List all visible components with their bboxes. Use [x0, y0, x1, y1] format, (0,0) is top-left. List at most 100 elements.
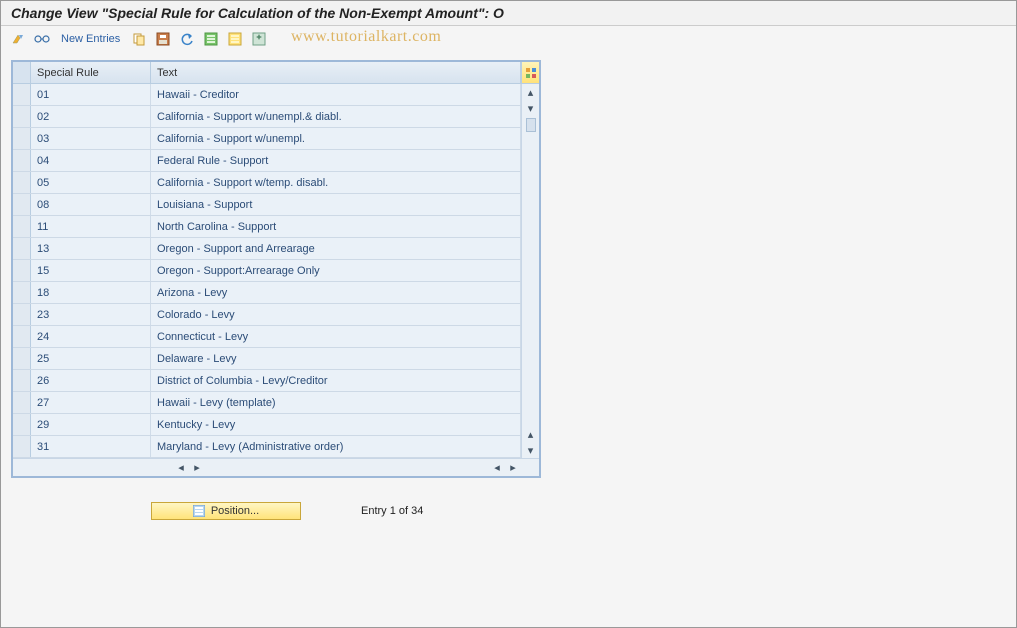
- cell-text[interactable]: North Carolina - Support: [151, 216, 521, 237]
- table-row: 24Connecticut - Levy: [13, 326, 521, 348]
- table-row: 13Oregon - Support and Arrearage: [13, 238, 521, 260]
- row-selector[interactable]: [13, 106, 31, 127]
- hscroll-right-icon[interactable]: ▸: [189, 461, 205, 474]
- cell-text[interactable]: District of Columbia - Levy/Creditor: [151, 370, 521, 391]
- row-selector[interactable]: [13, 84, 31, 105]
- table-row: 25Delaware - Levy: [13, 348, 521, 370]
- cell-text[interactable]: Louisiana - Support: [151, 194, 521, 215]
- hscroll-right2-icon[interactable]: ▸: [505, 461, 521, 474]
- table-settings-icon[interactable]: [250, 30, 268, 48]
- cell-special-rule[interactable]: 13: [31, 238, 151, 259]
- row-selector[interactable]: [13, 304, 31, 325]
- hscroll-left-icon[interactable]: ◂: [173, 461, 189, 474]
- table-row: 27Hawaii - Levy (template): [13, 392, 521, 414]
- cell-text[interactable]: Oregon - Support:Arrearage Only: [151, 260, 521, 281]
- save-variant-icon[interactable]: [154, 30, 172, 48]
- row-selector[interactable]: [13, 216, 31, 237]
- table-row: 23Colorado - Levy: [13, 304, 521, 326]
- cell-special-rule[interactable]: 23: [31, 304, 151, 325]
- cell-text[interactable]: Connecticut - Levy: [151, 326, 521, 347]
- cell-special-rule[interactable]: 27: [31, 392, 151, 413]
- copy-icon[interactable]: [130, 30, 148, 48]
- row-selector-header[interactable]: [13, 62, 31, 83]
- footer: Position... Entry 1 of 34: [151, 502, 1016, 520]
- position-button-label: Position...: [211, 505, 259, 517]
- table-row: 02California - Support w/unempl.& diabl.: [13, 106, 521, 128]
- page-title: Change View "Special Rule for Calculatio…: [1, 1, 1016, 26]
- cell-special-rule[interactable]: 04: [31, 150, 151, 171]
- table-row: 11North Carolina - Support: [13, 216, 521, 238]
- table-row: 15Oregon - Support:Arrearage Only: [13, 260, 521, 282]
- row-selector[interactable]: [13, 414, 31, 435]
- row-selector[interactable]: [13, 282, 31, 303]
- row-selector[interactable]: [13, 370, 31, 391]
- scroll-up-small-icon[interactable]: ▴: [522, 426, 539, 442]
- table-row: 04Federal Rule - Support: [13, 150, 521, 172]
- new-entries-button[interactable]: New Entries: [57, 33, 124, 45]
- row-selector[interactable]: [13, 436, 31, 457]
- toggle-display-icon[interactable]: [9, 30, 27, 48]
- horizontal-scrollbar[interactable]: ◂ ▸ ◂ ▸: [13, 458, 539, 476]
- row-selector[interactable]: [13, 238, 31, 259]
- hscroll-left2-icon[interactable]: ◂: [489, 461, 505, 474]
- scroll-up-icon[interactable]: ▴: [522, 84, 539, 100]
- cell-special-rule[interactable]: 26: [31, 370, 151, 391]
- scroll-down-small-icon[interactable]: ▾: [522, 100, 539, 116]
- row-selector[interactable]: [13, 194, 31, 215]
- glasses-icon[interactable]: [33, 30, 51, 48]
- row-selector[interactable]: [13, 150, 31, 171]
- cell-special-rule[interactable]: 03: [31, 128, 151, 149]
- cell-special-rule[interactable]: 31: [31, 436, 151, 457]
- table-row: 26District of Columbia - Levy/Creditor: [13, 370, 521, 392]
- cell-special-rule[interactable]: 11: [31, 216, 151, 237]
- cell-special-rule[interactable]: 08: [31, 194, 151, 215]
- scroll-thumb[interactable]: [526, 118, 536, 132]
- vertical-scrollbar[interactable]: ▴ ▾ ▴ ▾: [521, 84, 539, 458]
- cell-special-rule[interactable]: 24: [31, 326, 151, 347]
- table-row: 29Kentucky - Levy: [13, 414, 521, 436]
- table-row: 03California - Support w/unempl.: [13, 128, 521, 150]
- cell-text[interactable]: Colorado - Levy: [151, 304, 521, 325]
- cell-special-rule[interactable]: 02: [31, 106, 151, 127]
- table-row: 18Arizona - Levy: [13, 282, 521, 304]
- row-selector[interactable]: [13, 348, 31, 369]
- toolbar: New Entries www.tutorialkart.com: [1, 26, 1016, 52]
- scroll-down-icon[interactable]: ▾: [522, 442, 539, 458]
- table-row: 31Maryland - Levy (Administrative order): [13, 436, 521, 458]
- row-selector[interactable]: [13, 392, 31, 413]
- table-row: 08Louisiana - Support: [13, 194, 521, 216]
- cell-text[interactable]: Federal Rule - Support: [151, 150, 521, 171]
- cell-text[interactable]: Delaware - Levy: [151, 348, 521, 369]
- position-button[interactable]: Position...: [151, 502, 301, 520]
- table-body: 01Hawaii - Creditor02California - Suppor…: [13, 84, 521, 458]
- cell-text[interactable]: California - Support w/unempl.& diabl.: [151, 106, 521, 127]
- table-row: 05California - Support w/temp. disabl.: [13, 172, 521, 194]
- cell-special-rule[interactable]: 18: [31, 282, 151, 303]
- row-selector[interactable]: [13, 326, 31, 347]
- cell-text[interactable]: Oregon - Support and Arrearage: [151, 238, 521, 259]
- cell-special-rule[interactable]: 05: [31, 172, 151, 193]
- table-config-icon[interactable]: [521, 62, 539, 83]
- cell-special-rule[interactable]: 29: [31, 414, 151, 435]
- entry-status: Entry 1 of 34: [361, 505, 423, 517]
- column-header-special-rule[interactable]: Special Rule: [31, 62, 151, 83]
- select-all-icon[interactable]: [202, 30, 220, 48]
- cell-text[interactable]: California - Support w/temp. disabl.: [151, 172, 521, 193]
- row-selector[interactable]: [13, 172, 31, 193]
- cell-text[interactable]: California - Support w/unempl.: [151, 128, 521, 149]
- cell-text[interactable]: Hawaii - Creditor: [151, 84, 521, 105]
- cell-text[interactable]: Kentucky - Levy: [151, 414, 521, 435]
- cell-special-rule[interactable]: 01: [31, 84, 151, 105]
- row-selector[interactable]: [13, 128, 31, 149]
- cell-text[interactable]: Hawaii - Levy (template): [151, 392, 521, 413]
- cell-text[interactable]: Arizona - Levy: [151, 282, 521, 303]
- cell-special-rule[interactable]: 15: [31, 260, 151, 281]
- data-table: Special Rule Text 01Hawaii - Creditor02C…: [11, 60, 541, 478]
- deselect-all-icon[interactable]: [226, 30, 244, 48]
- row-selector[interactable]: [13, 260, 31, 281]
- column-header-text[interactable]: Text: [151, 62, 521, 83]
- watermark-text: www.tutorialkart.com: [291, 28, 441, 46]
- undo-icon[interactable]: [178, 30, 196, 48]
- cell-text[interactable]: Maryland - Levy (Administrative order): [151, 436, 521, 457]
- cell-special-rule[interactable]: 25: [31, 348, 151, 369]
